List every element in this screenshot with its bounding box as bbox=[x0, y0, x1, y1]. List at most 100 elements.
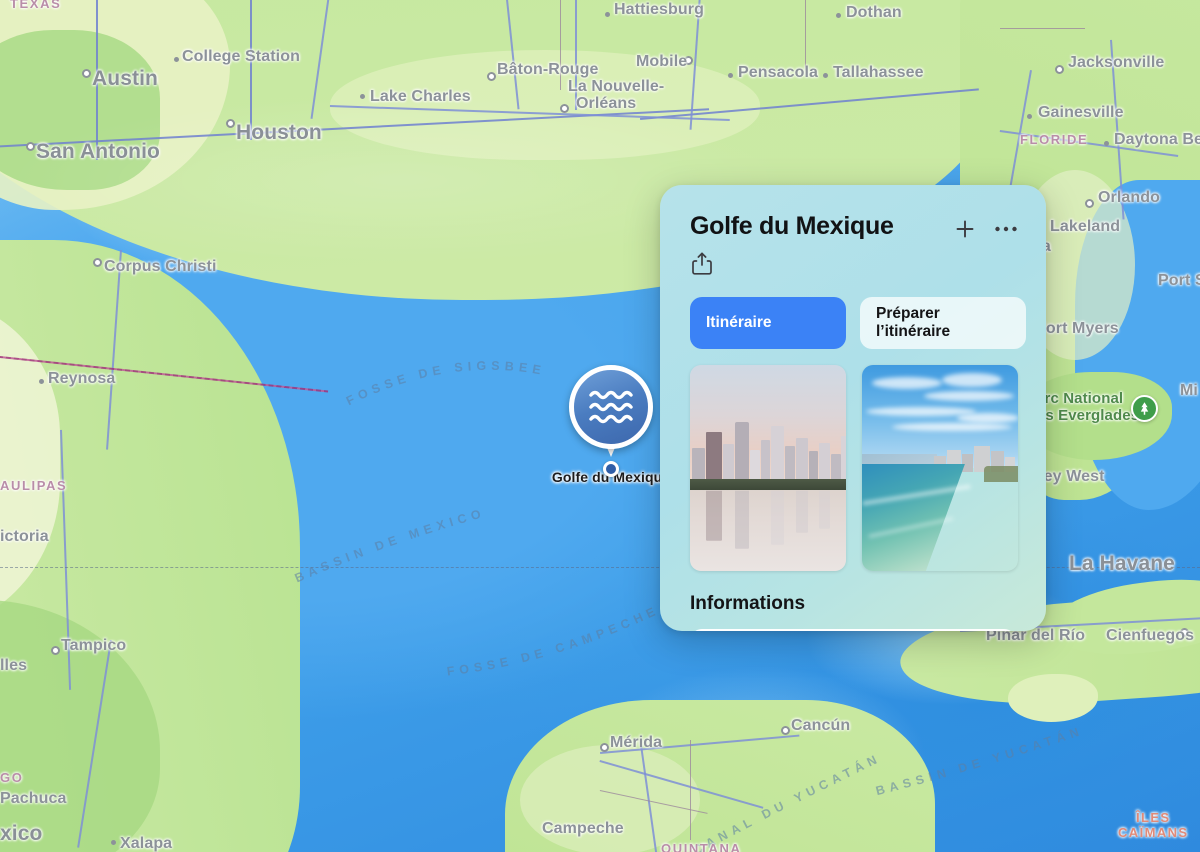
svg-text:BASSIN DE YUCATÁN: BASSIN DE YUCATÁN bbox=[874, 723, 1085, 798]
map-label-city[interactable]: Lakeland bbox=[1050, 218, 1120, 236]
map-label-region: GO bbox=[0, 770, 24, 785]
city-dot bbox=[226, 119, 235, 128]
map-label-city[interactable]: Xalapa bbox=[120, 835, 172, 852]
photo-treeline bbox=[690, 479, 846, 490]
city-dot bbox=[26, 142, 35, 151]
map-label-region: AULIPAS bbox=[0, 478, 68, 493]
map-label-city[interactable]: Mérida bbox=[610, 734, 662, 752]
map-label-city[interactable]: La Nouvelle- bbox=[568, 78, 664, 96]
map-label-city[interactable]: San Antonio bbox=[36, 140, 160, 164]
map-label-region: QUINTANA bbox=[661, 841, 742, 852]
map-label-city[interactable]: xico bbox=[0, 822, 42, 846]
waves-icon[interactable] bbox=[569, 365, 653, 449]
sea-feature-sigsbee: FOSSE DE SIGSBEE bbox=[344, 359, 547, 408]
sea-feature-bassin-yucatan: BASSIN DE YUCATÁN bbox=[874, 723, 1085, 798]
map-label-city[interactable]: Lake Charles bbox=[370, 88, 471, 106]
sea-label-text: CANAL DU YUCATÁN bbox=[691, 751, 879, 852]
sea-label-text: FOSSE DE CAMPECHE bbox=[446, 603, 657, 679]
photo-gallery bbox=[660, 349, 1046, 571]
photo-vegetation bbox=[983, 465, 1018, 483]
map-label-city[interactable]: lles bbox=[0, 657, 27, 675]
action-buttons: Itinéraire Préparer l’itinéraire bbox=[660, 277, 1046, 349]
sea-label-text: FOSSE DE SIGSBEE bbox=[344, 359, 542, 408]
directions-button[interactable]: Itinéraire bbox=[690, 297, 846, 349]
place-card[interactable]: Golfe du Mexique Itinéraire Préparer l’i… bbox=[660, 185, 1046, 631]
beach-shoreline-photo[interactable] bbox=[862, 365, 1018, 571]
map-label-region: TEXAS bbox=[10, 0, 62, 11]
map-label-city[interactable]: Cienfuegos bbox=[1106, 627, 1194, 645]
city-dot bbox=[560, 104, 569, 113]
state-border-fl-ga bbox=[1000, 28, 1085, 30]
map-label-city[interactable]: Cancún bbox=[791, 717, 850, 735]
city-dot bbox=[39, 379, 44, 384]
information-section-heading: Informations bbox=[690, 593, 806, 614]
svg-text:CANAL DU YUCATÁN: CANAL DU YUCATÁN bbox=[691, 751, 884, 852]
map-label-city[interactable]: Jacksonville bbox=[1068, 54, 1164, 72]
card-header-actions bbox=[953, 212, 1018, 241]
map-label-city[interactable]: Bâton-Rouge bbox=[497, 61, 599, 79]
sea-label-text: BASSIN DE YUCATÁN bbox=[874, 723, 1080, 798]
svg-text:FOSSE DE CAMPECHE: FOSSE DE CAMPECHE bbox=[446, 603, 662, 679]
city-skyline-reflection-photo[interactable] bbox=[690, 365, 846, 571]
map-label-city[interactable]: Reynosa bbox=[48, 370, 115, 388]
photo-cloud bbox=[957, 413, 1018, 423]
pin-anchor-dot bbox=[603, 461, 619, 477]
map-label-city[interactable]: Austin bbox=[92, 67, 158, 91]
map-label-city[interactable]: Daytona Beach bbox=[1114, 131, 1200, 149]
city-dot bbox=[728, 73, 733, 78]
map-label-city[interactable]: Tampico bbox=[61, 637, 126, 655]
plus-icon[interactable] bbox=[953, 217, 977, 241]
state-border-al-ga bbox=[805, 0, 807, 70]
map-label-city[interactable]: Fort Myers bbox=[1036, 320, 1119, 338]
map-label-city[interactable]: Mi bbox=[1180, 382, 1198, 400]
city-dot bbox=[51, 646, 60, 655]
map-label-city[interactable]: Dothan bbox=[846, 4, 902, 22]
city-dot bbox=[823, 73, 828, 78]
plan-itinerary-button[interactable]: Préparer l’itinéraire bbox=[860, 297, 1026, 349]
share-icon[interactable] bbox=[690, 251, 714, 277]
photo-cloud bbox=[892, 423, 1012, 431]
information-list[interactable] bbox=[690, 629, 1016, 631]
tree-icon[interactable] bbox=[1131, 395, 1158, 422]
city-dot bbox=[82, 69, 91, 78]
photo-cloud bbox=[924, 391, 1014, 401]
city-dot bbox=[174, 57, 179, 62]
city-dot bbox=[781, 726, 790, 735]
map-label-city[interactable]: Campeche bbox=[542, 820, 624, 838]
map-label-city[interactable]: Port S bbox=[1158, 272, 1200, 290]
photo-buildings bbox=[690, 365, 846, 485]
map-label-city[interactable]: Orlando bbox=[1098, 189, 1160, 207]
svg-text:FOSSE DE SIGSBEE: FOSSE DE SIGSBEE bbox=[344, 359, 547, 408]
map-label-city[interactable]: Tallahassee bbox=[833, 64, 924, 82]
city-dot bbox=[600, 743, 609, 752]
city-dot bbox=[1055, 65, 1064, 74]
map-label-city[interactable]: Orléans bbox=[576, 95, 636, 113]
ellipsis-icon[interactable] bbox=[994, 225, 1018, 233]
city-dot bbox=[111, 840, 116, 845]
city-dot bbox=[93, 258, 102, 267]
map-label-country: ÎLES CAÏMANS bbox=[1118, 810, 1189, 840]
map-label-city[interactable]: Corpus Christi bbox=[104, 258, 217, 276]
card-header: Golfe du Mexique bbox=[660, 185, 1046, 241]
city-dot bbox=[1104, 141, 1109, 146]
city-dot bbox=[836, 13, 841, 18]
map-label-city[interactable]: ictoria bbox=[0, 528, 49, 546]
map-label-city[interactable]: La Havane bbox=[1069, 552, 1175, 576]
city-dot bbox=[1085, 199, 1094, 208]
map-label-city[interactable]: Pachuca bbox=[0, 790, 67, 808]
share-row bbox=[660, 241, 1046, 277]
map-label-city[interactable]: Houston bbox=[236, 121, 322, 145]
map-label-city[interactable]: Pensacola bbox=[738, 64, 818, 82]
city-dot bbox=[487, 72, 496, 81]
map-label-city[interactable]: Mobile bbox=[636, 53, 687, 71]
map-label-city[interactable]: Hattiesburg bbox=[614, 1, 704, 19]
map-pin-golfe-du-mexique[interactable]: Golfe du Mexique bbox=[552, 365, 670, 485]
page-title: Golfe du Mexique bbox=[690, 212, 894, 240]
map-label-city[interactable]: Gainesville bbox=[1038, 104, 1124, 122]
photo-cloud bbox=[942, 373, 1002, 387]
photo-reflection bbox=[690, 490, 846, 553]
map-label-city[interactable]: College Station bbox=[182, 48, 300, 66]
city-dot bbox=[605, 12, 610, 17]
photo-cloud bbox=[872, 377, 942, 389]
photo-cloud bbox=[866, 407, 976, 416]
